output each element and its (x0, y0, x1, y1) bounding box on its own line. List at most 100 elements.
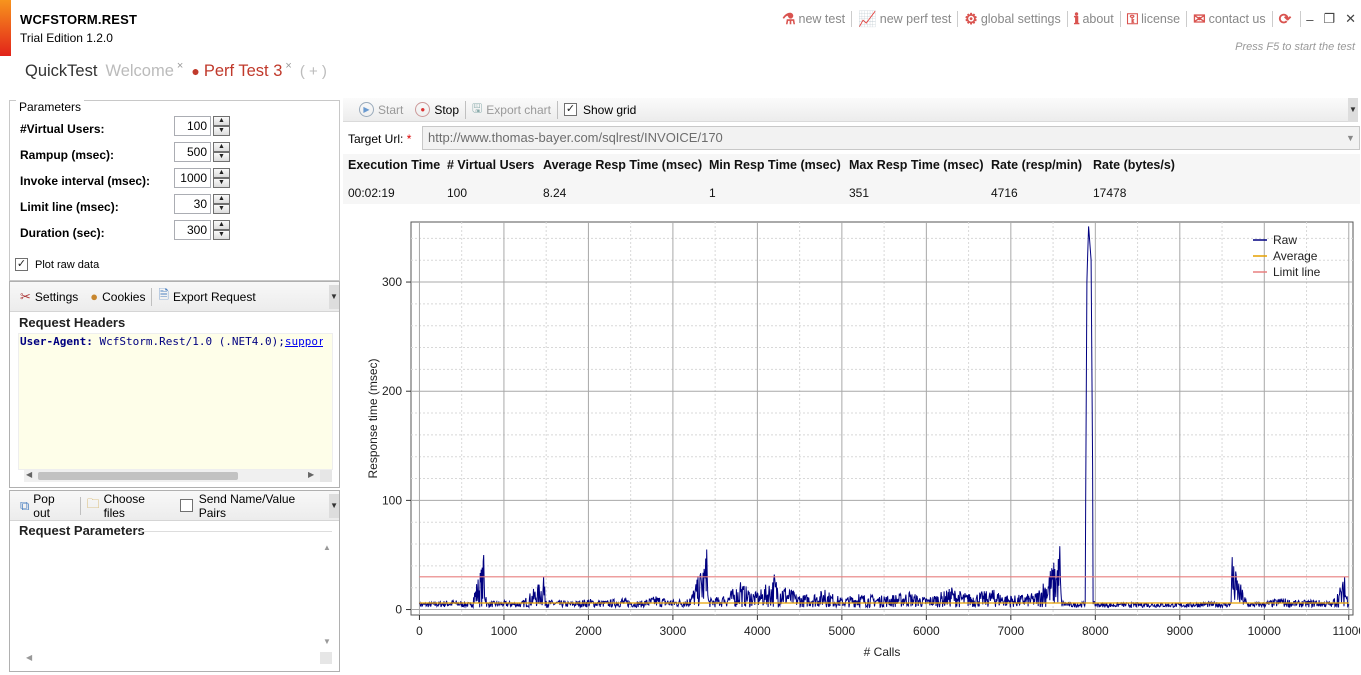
spin-up-icon[interactable]: ▲ (213, 220, 230, 230)
virtual-users-stepper[interactable]: 100 ▲ ▼ (174, 116, 230, 136)
play-icon: ▶ (359, 102, 374, 117)
scroll-down-icon[interactable]: ▼ (323, 637, 331, 646)
restore-button[interactable]: ❐ (1318, 8, 1340, 30)
headers-editor[interactable] (18, 333, 333, 470)
export-chart-label: Export chart (486, 102, 551, 117)
x-tick-label: 1000 (491, 624, 518, 638)
x-tick-label: 4000 (744, 624, 771, 638)
new-test-button[interactable]: ⚗ new test (776, 8, 851, 30)
cookies-label: Cookies (102, 289, 146, 304)
contact-us-button[interactable]: ✉ contact us (1187, 8, 1272, 30)
duration-label: Duration (sec): (20, 226, 105, 240)
x-axis-label: # Calls (864, 645, 901, 659)
contact-us-label: contact us (1208, 12, 1266, 26)
pop-out-button[interactable]: ⧉ Pop out (14, 491, 80, 520)
flask-icon: ⚗ (782, 11, 796, 28)
spin-down-icon[interactable]: ▼ (213, 178, 230, 188)
rampup-stepper[interactable]: 500 ▲ ▼ (174, 142, 230, 162)
spin-up-icon[interactable]: ▲ (213, 168, 230, 178)
spin-up-icon[interactable]: ▲ (213, 194, 230, 204)
close-icon[interactable]: × (285, 60, 291, 72)
stat-value: 17478 (1093, 186, 1127, 200)
export-request-button[interactable]: 🗎 Export Request (152, 285, 261, 309)
export-request-label: Export Request (172, 289, 256, 304)
header-key: User-Agent: (20, 335, 93, 348)
app-edition: Trial Edition 1.2.0 (20, 31, 113, 45)
export-chart-icon: 🖫 (472, 101, 483, 115)
rampup-value[interactable]: 500 (174, 142, 211, 162)
export-document-icon: 🗎 (158, 286, 169, 302)
toolbar-overflow-button[interactable]: ▼ (1348, 98, 1358, 122)
spin-down-icon[interactable]: ▼ (213, 126, 230, 136)
target-url-input[interactable]: http://www.thomas-bayer.com/sqlrest/INVO… (422, 126, 1360, 150)
spin-down-icon[interactable]: ▼ (213, 152, 230, 162)
spin-down-icon[interactable]: ▼ (213, 230, 230, 240)
scroll-left-icon[interactable]: ◀ (26, 470, 32, 479)
settings-button[interactable]: ✂ Settings (14, 285, 84, 309)
x-tick-label: 6000 (913, 624, 940, 638)
scroll-left-icon[interactable]: ◀ (26, 653, 32, 662)
plot-raw-checkbox[interactable]: ✓ Plot raw data (15, 258, 99, 271)
duration-value[interactable]: 300 (174, 220, 211, 240)
show-grid-checkbox[interactable]: ✓ Show grid (558, 99, 642, 121)
check-icon[interactable]: ✓ (563, 103, 577, 116)
header-line[interactable]: User-Agent: WcfStorm.Rest/1.0 (.NET4.0);… (20, 335, 323, 348)
close-button[interactable]: ✕ (1340, 8, 1361, 30)
stat-header: Rate (resp/min) (991, 158, 1082, 172)
tab-quicktest[interactable]: QuickTest (25, 62, 97, 81)
invoke-interval-label: Invoke interval (msec): (20, 174, 151, 188)
invoke-interval-stepper[interactable]: 1000 ▲ ▼ (174, 168, 230, 188)
new-perf-test-button[interactable]: 📈 new perf test (852, 8, 957, 30)
headers-toolbar: ✂ Settings ● Cookies 🗎 Export Request ▼ (10, 282, 339, 312)
chevron-down-icon[interactable]: ▼ (1346, 133, 1355, 143)
tab-strip: QuickTest Welcome × ● Perf Test 3 × ( + ) (25, 60, 335, 88)
x-tick-label: 0 (416, 624, 423, 638)
scrollbar-thumb[interactable] (38, 472, 238, 480)
x-tick-label: 7000 (997, 624, 1024, 638)
spin-up-icon[interactable]: ▲ (213, 116, 230, 126)
add-tab-button[interactable]: ( + ) (300, 63, 327, 80)
about-button[interactable]: ℹ about (1068, 8, 1120, 30)
global-settings-button[interactable]: ⚙ global settings (958, 8, 1066, 30)
check-icon[interactable]: ✓ (15, 258, 28, 271)
about-label: about (1082, 12, 1114, 26)
tab-perf-test[interactable]: ● Perf Test 3 × (191, 60, 291, 81)
stat-value: 1 (709, 186, 716, 200)
spin-up-icon[interactable]: ▲ (213, 142, 230, 152)
run-toolbar: ▶ Start ● Stop 🖫 Export chart ✓ Show grid (343, 98, 1358, 122)
scroll-right-icon[interactable]: ▶ (308, 470, 314, 479)
pop-out-label: Pop out (33, 491, 55, 520)
new-test-label: new test (798, 12, 846, 26)
legend-entry: Limit line (1273, 265, 1321, 279)
scroll-up-icon[interactable]: ▲ (323, 543, 331, 552)
stop-button[interactable]: ● Stop (409, 99, 465, 121)
scroll-corner (320, 470, 332, 482)
cookies-button[interactable]: ● Cookies (84, 285, 151, 309)
tab-welcome[interactable]: Welcome × (105, 60, 183, 81)
spin-down-icon[interactable]: ▼ (213, 204, 230, 214)
export-chart-button[interactable]: 🖫 Export chart (466, 99, 557, 121)
plot-area (410, 221, 1354, 616)
checkbox-icon[interactable] (179, 499, 193, 512)
toolbar-overflow-button[interactable]: ▼ (329, 493, 339, 518)
limit-line-stepper[interactable]: 30 ▲ ▼ (174, 194, 230, 214)
minimize-button[interactable]: – (1301, 8, 1318, 30)
choose-files-button[interactable]: 🗀 Choose files (81, 492, 174, 520)
invoke-interval-value[interactable]: 1000 (174, 168, 211, 188)
scroll-corner (320, 652, 332, 664)
toolbar-overflow-button[interactable]: ▼ (329, 284, 339, 309)
start-button[interactable]: ▶ Start (353, 99, 409, 121)
send-pairs-checkbox[interactable]: Send Name/Value Pairs (174, 492, 329, 520)
duration-stepper[interactable]: 300 ▲ ▼ (174, 220, 230, 240)
start-label: Start (378, 102, 404, 117)
x-tick-label: 3000 (660, 624, 687, 638)
x-tick-label: 11000 (1333, 624, 1360, 638)
virtual-users-value[interactable]: 100 (174, 116, 211, 136)
x-tick-label: 10000 (1248, 624, 1282, 638)
header-link[interactable]: support (285, 335, 323, 348)
limit-line-value[interactable]: 30 (174, 194, 211, 214)
close-icon[interactable]: × (177, 60, 183, 72)
license-button[interactable]: ⚿ license (1121, 8, 1186, 30)
refresh-button[interactable]: ⟳ (1273, 8, 1301, 30)
files-icon: 🗀 (86, 495, 100, 511)
